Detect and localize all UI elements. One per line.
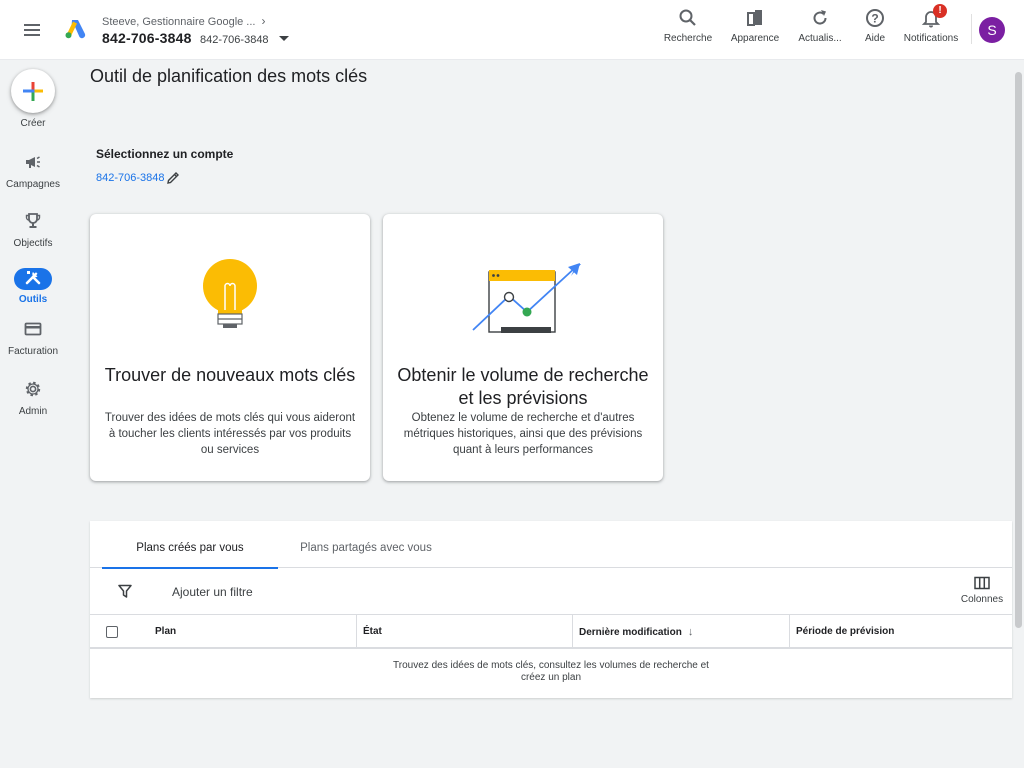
credit-card-icon xyxy=(24,322,42,336)
find-keywords-card[interactable]: Trouver de nouveaux mots clés Trouver de… xyxy=(90,214,370,481)
select-account-title: Sélectionnez un compte xyxy=(96,147,234,161)
refresh-icon xyxy=(813,10,827,25)
help-label: Aide xyxy=(864,33,885,44)
columns-label: Colonnes xyxy=(960,594,1004,605)
page-scrollbar[interactable] xyxy=(1013,60,1024,630)
create-label: Créer xyxy=(20,118,46,129)
help-icon: ? xyxy=(866,9,884,27)
select-all-checkbox[interactable] xyxy=(106,626,118,638)
sidebar-item-admin[interactable]: Admin xyxy=(0,378,66,417)
sidebar-item-label: Campagnes xyxy=(6,179,60,190)
chevron-right-icon[interactable]: › xyxy=(261,14,265,28)
scrollbar-thumb[interactable] xyxy=(1015,72,1022,628)
column-divider xyxy=(789,615,790,649)
sidebar-item-label: Outils xyxy=(18,294,48,305)
column-header-forecast-period[interactable]: Période de prévision xyxy=(796,615,894,649)
page-title: Outil de planification des mots clés xyxy=(90,66,368,86)
create-button[interactable] xyxy=(11,69,55,113)
notifications-button[interactable]: ! Notifications xyxy=(900,4,962,48)
filter-row: Ajouter un filtre Colonnes xyxy=(90,568,1012,615)
columns-icon xyxy=(974,576,990,590)
card-description: Obtenez le volume de recherche et d'autr… xyxy=(403,412,643,456)
sidebar-item-objectives[interactable]: Objectifs xyxy=(0,210,66,249)
filter-icon[interactable] xyxy=(117,583,133,599)
pencil-icon[interactable] xyxy=(165,170,181,186)
search-volume-card[interactable]: Obtenir le volume de recherche et les pr… xyxy=(383,214,663,481)
column-header-status[interactable]: État xyxy=(363,615,382,649)
arrow-down-icon: ↓ xyxy=(687,626,694,638)
sidebar-item-billing[interactable]: Facturation xyxy=(0,318,66,357)
gear-icon xyxy=(25,381,41,397)
tab-plans-shared[interactable]: Plans partagés avec vous xyxy=(278,521,454,568)
notifications-label: Notifications xyxy=(903,33,959,44)
appearance-button[interactable]: Apparence xyxy=(728,8,782,48)
sidebar-item-label: Facturation xyxy=(7,346,59,357)
column-divider xyxy=(572,615,573,649)
refresh-label: Actualis... xyxy=(798,33,842,44)
lightbulb-icon xyxy=(203,259,257,328)
account-name: Steeve, Gestionnaire Google ... xyxy=(102,16,256,28)
column-divider xyxy=(356,615,357,649)
sidebar-item-campaigns[interactable]: Campagnes xyxy=(0,151,66,190)
search-button[interactable]: Recherche xyxy=(662,8,714,48)
column-header-plan[interactable]: Plan xyxy=(155,615,176,649)
notification-badge: ! xyxy=(933,4,947,18)
chart-forecast-icon xyxy=(472,263,581,333)
card-title: Obtenir le volume de recherche et les pr… xyxy=(397,365,649,408)
appearance-icon xyxy=(747,10,762,26)
tab-plans-created[interactable]: Plans créés par vous xyxy=(102,521,278,569)
megaphone-icon xyxy=(26,156,40,168)
trophy-icon xyxy=(25,213,41,228)
account-id-secondary: 842-706-3848 xyxy=(200,34,269,46)
plans-tabs: Plans créés par vous Plans partagés avec… xyxy=(90,521,1012,569)
column-header-last-modified[interactable]: Dernière modification ↓ xyxy=(579,615,693,649)
appearance-label: Apparence xyxy=(730,33,780,44)
search-label: Recherche xyxy=(663,33,713,44)
sidebar-item-tools[interactable]: Outils xyxy=(0,266,66,305)
add-filter-button[interactable]: Ajouter un filtre xyxy=(172,585,253,599)
top-header: Steeve, Gestionnaire Google ... › 842-706… xyxy=(0,0,1024,60)
google-ads-logo[interactable] xyxy=(63,17,87,41)
sidebar-item-label: Admin xyxy=(18,406,48,417)
search-icon xyxy=(679,9,696,26)
svg-text:?: ? xyxy=(871,12,878,26)
header-divider xyxy=(971,14,972,44)
tools-icon xyxy=(25,271,41,285)
avatar[interactable]: S xyxy=(979,17,1005,43)
plus-icon xyxy=(23,82,43,101)
menu-icon[interactable] xyxy=(20,18,44,42)
card-description: Trouver des idées de mots clés qui vous … xyxy=(104,412,356,456)
refresh-button[interactable]: Actualis... xyxy=(796,8,844,48)
account-id: 842-706-3848 xyxy=(102,30,192,46)
column-header-label: Dernière modification xyxy=(579,627,682,638)
columns-button[interactable]: Colonnes xyxy=(952,576,1012,605)
table-header: Plan État Dernière modification ↓ Période… xyxy=(90,615,1012,649)
sidebar-item-label: Objectifs xyxy=(13,238,53,249)
help-button[interactable]: ? Aide xyxy=(860,8,890,48)
caret-down-icon[interactable] xyxy=(279,36,290,42)
card-title: Trouver de nouveaux mots clés xyxy=(104,365,356,385)
account-selector[interactable]: Steeve, Gestionnaire Google ... › 842-706… xyxy=(102,14,290,48)
empty-state-message: Trouvez des idées de mots clés, consulte… xyxy=(393,660,709,683)
plans-panel: Plans créés par vous Plans partagés avec… xyxy=(90,521,1012,698)
selected-account-link[interactable]: 842-706-3848 xyxy=(96,172,165,184)
